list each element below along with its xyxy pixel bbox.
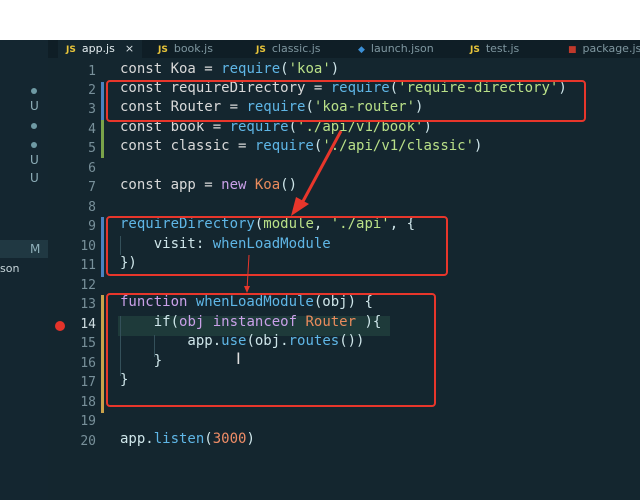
editor-window: U U U M son JS app.js × JS book.js JS classi… [0, 40, 640, 500]
annotation-arrow [299, 130, 343, 206]
text-cursor-icon: I [236, 349, 241, 368]
annotation-arrow [246, 254, 250, 291]
annotation-arrows [244, 130, 343, 293]
arrow-head [291, 197, 309, 216]
arrow-head [244, 286, 250, 293]
